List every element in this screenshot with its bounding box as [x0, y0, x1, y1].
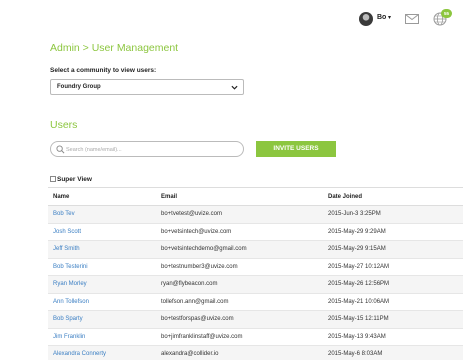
- user-date-joined: 2015-May-29 9:29AM: [323, 223, 463, 241]
- search-box[interactable]: [50, 141, 244, 157]
- user-email: bo+tvetest@uvize.com: [156, 205, 323, 224]
- user-name-link[interactable]: Jeff Smith: [48, 240, 156, 259]
- notification-badge[interactable]: 55: [441, 9, 452, 18]
- user-date-joined: 2015-May-27 10:12AM: [323, 258, 463, 276]
- top-bar: Bo ▾ 55: [0, 0, 465, 36]
- user-date-joined: 2015-Jun-3 3:25PM: [323, 205, 463, 224]
- user-email: bo+jimfranklinstaff@uvize.com: [156, 328, 323, 346]
- column-header-email[interactable]: Email: [156, 187, 323, 206]
- user-name-link[interactable]: Ann Tollefson: [48, 293, 156, 311]
- user-date-joined: 2015-May-26 12:56PM: [323, 275, 463, 294]
- page-title: Admin > User Management: [50, 42, 179, 54]
- search-icon: [56, 145, 65, 154]
- user-email: bo+testforspas@uvize.com: [156, 310, 323, 329]
- user-name-link[interactable]: Josh Scott: [48, 223, 156, 241]
- invite-users-button[interactable]: INVITE USERS: [256, 141, 336, 157]
- user-name-link[interactable]: Bob Testerini: [48, 258, 156, 276]
- community-select[interactable]: Foundry Group: [50, 79, 244, 95]
- user-name-link[interactable]: Bob Sparty: [48, 310, 156, 329]
- table-row[interactable]: Jim Franklin bo+jimfranklinstaff@uvize.c…: [48, 328, 463, 346]
- user-email: ryan@flybeacon.com: [156, 275, 323, 294]
- column-header-name[interactable]: Name: [48, 187, 156, 206]
- user-date-joined: 2015-May-21 10:06AM: [323, 293, 463, 311]
- table-row[interactable]: Ann Tollefson tollefson.ann@gmail.com 20…: [48, 293, 463, 311]
- user-name-link[interactable]: Bob Tev: [48, 205, 156, 224]
- super-view-checkbox[interactable]: [50, 176, 56, 182]
- community-select-label: Select a community to view users:: [50, 67, 157, 74]
- table-header-row: Name Email Date Joined: [48, 187, 463, 206]
- table-row[interactable]: Bob Testerini bo+testnumber3@uvize.com 2…: [48, 258, 463, 276]
- table-row[interactable]: Bob Sparty bo+testforspas@uvize.com 2015…: [48, 310, 463, 329]
- table-row[interactable]: Josh Scott bo+vetsintech@uvize.com 2015-…: [48, 223, 463, 241]
- user-email: bo+vetsintech@uvize.com: [156, 223, 323, 241]
- user-email: bo+vetsintechdemo@gmail.com: [156, 240, 323, 259]
- mail-icon[interactable]: [405, 14, 419, 24]
- community-select-value: Foundry Group: [57, 84, 101, 90]
- avatar[interactable]: [359, 12, 373, 26]
- user-menu-name[interactable]: Bo: [377, 14, 386, 21]
- user-email: tollefson.ann@gmail.com: [156, 293, 323, 311]
- table-row[interactable]: Jeff Smith bo+vetsintechdemo@gmail.com 2…: [48, 240, 463, 259]
- user-name-link[interactable]: Ryan Morley: [48, 275, 156, 294]
- user-email: alexandra@collider.io: [156, 345, 323, 360]
- table-row[interactable]: Alexandra Connerty alexandra@collider.io…: [48, 345, 463, 360]
- user-date-joined: 2015-May-13 9:43AM: [323, 328, 463, 346]
- user-date-joined: 2015-May-29 9:15AM: [323, 240, 463, 259]
- column-header-date-joined[interactable]: Date Joined: [323, 187, 463, 206]
- user-date-joined: 2015-May-15 12:11PM: [323, 310, 463, 329]
- table-row[interactable]: Ryan Morley ryan@flybeacon.com 2015-May-…: [48, 275, 463, 294]
- chevron-down-icon: [231, 85, 238, 90]
- table-row[interactable]: Bob Tev bo+tvetest@uvize.com 2015-Jun-3 …: [48, 205, 463, 224]
- user-date-joined: 2015-May-6 8:03AM: [323, 345, 463, 360]
- super-view-label: Super View: [57, 176, 92, 183]
- users-table: Name Email Date Joined Bob Tev bo+tvetes…: [48, 187, 463, 360]
- user-name-link[interactable]: Alexandra Connerty: [48, 345, 156, 360]
- search-input[interactable]: [66, 144, 238, 155]
- user-email: bo+testnumber3@uvize.com: [156, 258, 323, 276]
- users-heading: Users: [50, 119, 78, 131]
- super-view-toggle[interactable]: Super View: [50, 176, 92, 183]
- user-name-link[interactable]: Jim Franklin: [48, 328, 156, 346]
- user-menu-caret-icon[interactable]: ▾: [388, 14, 391, 21]
